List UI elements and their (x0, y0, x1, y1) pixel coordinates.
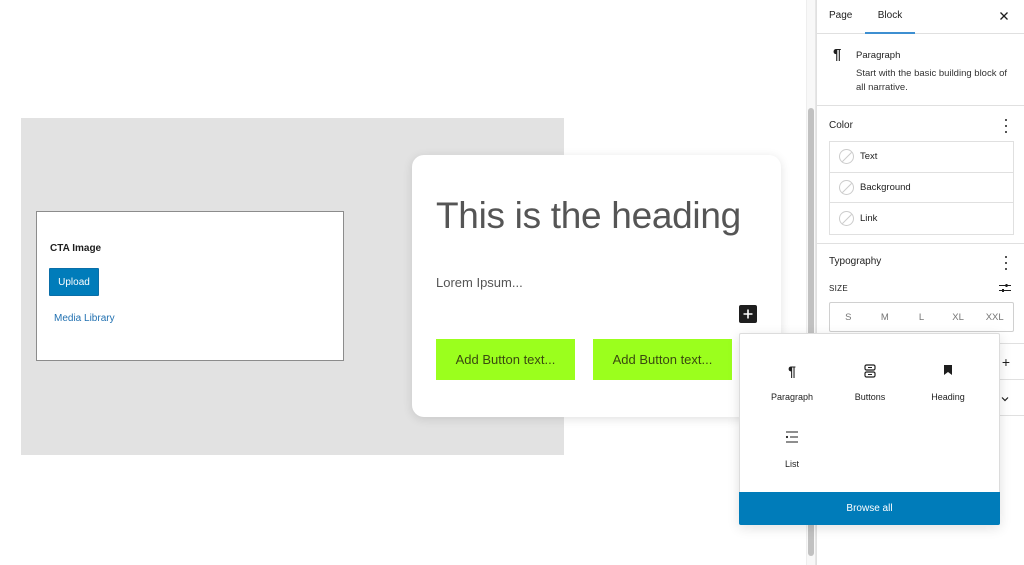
card-paragraph[interactable]: Lorem Ipsum... (436, 275, 523, 290)
color-options-icon[interactable] (1004, 119, 1008, 133)
inserter-item-paragraph[interactable]: ¶ Paragraph (753, 364, 831, 424)
editor-root: CTA Image Upload Media Library This is t… (0, 0, 1024, 565)
font-size-picker: S M L XL XXL (829, 302, 1014, 332)
card-button-1[interactable]: Add Button text... (436, 339, 575, 380)
close-icon[interactable] (998, 10, 1010, 22)
size-label: SIZE (829, 284, 848, 293)
paragraph-icon: ¶ (788, 363, 796, 379)
plus-icon[interactable]: + (1002, 354, 1010, 370)
size-option-m[interactable]: M (867, 303, 904, 331)
chevron-down-icon[interactable] (1000, 394, 1010, 404)
block-description: Start with the basic building block of a… (856, 68, 1008, 93)
paragraph-icon: ¶ (833, 46, 842, 63)
custom-size-settings-icon[interactable] (999, 282, 1011, 294)
quick-inserter-popover: ¶ Paragraph Buttons Heading List Browse … (739, 333, 1000, 525)
inserter-item-heading[interactable]: Heading (909, 364, 987, 424)
inserter-item-list[interactable]: List (753, 431, 831, 491)
typography-panel-title[interactable]: Typography (829, 256, 881, 267)
tab-page[interactable]: Page (829, 0, 852, 34)
block-card: ¶ Paragraph Start with the basic buildin… (817, 34, 1024, 106)
list-icon (753, 431, 831, 447)
size-option-xl[interactable]: XL (940, 303, 977, 331)
size-option-xxl[interactable]: XXL (976, 303, 1013, 331)
tab-block[interactable]: Block (865, 0, 915, 34)
inserter-item-label: Buttons (854, 392, 886, 402)
inserter-item-label: Heading (931, 392, 965, 402)
media-library-link[interactable]: Media Library (54, 313, 115, 324)
card-heading[interactable]: This is the heading (436, 195, 741, 237)
block-inserter-button[interactable] (739, 305, 757, 323)
color-item-background[interactable]: Background (830, 173, 1013, 203)
card-button-2[interactable]: Add Button text... (593, 339, 732, 380)
plus-icon (743, 309, 753, 319)
color-panel: Color Text Background Link (817, 106, 1024, 244)
editor-canvas: CTA Image Upload Media Library This is t… (0, 0, 806, 565)
empty-swatch-icon (839, 210, 854, 226)
size-option-l[interactable]: L (903, 303, 940, 331)
inserter-item-buttons[interactable]: Buttons (831, 364, 909, 424)
cta-image-placeholder[interactable]: CTA Image Upload Media Library (36, 211, 344, 361)
color-item-label: Background (860, 181, 911, 193)
color-list: Text Background Link (829, 141, 1014, 235)
empty-swatch-icon (839, 149, 854, 165)
block-name: Paragraph (856, 50, 901, 61)
typography-options-icon[interactable] (1004, 256, 1008, 270)
color-item-label: Text (860, 151, 878, 163)
upload-button[interactable]: Upload (49, 268, 99, 296)
cta-image-title: CTA Image (50, 243, 102, 254)
buttons-icon (831, 364, 909, 380)
color-item-label: Link (860, 212, 878, 224)
heading-icon (909, 364, 987, 380)
inserter-item-label: List (784, 459, 799, 469)
inserter-item-label: Paragraph (770, 392, 814, 402)
color-item-text[interactable]: Text (830, 142, 1013, 173)
empty-swatch-icon (839, 179, 854, 195)
color-item-link[interactable]: Link (830, 203, 1013, 234)
size-option-s[interactable]: S (830, 303, 867, 331)
browse-all-button[interactable]: Browse all (739, 492, 1000, 525)
sidebar-tabs: Page Block (817, 0, 1024, 34)
color-panel-title[interactable]: Color (829, 120, 853, 131)
cta-card[interactable]: This is the heading Lorem Ipsum... Add B… (412, 155, 781, 417)
typography-panel: Typography SIZE S M L XL XXL (817, 244, 1024, 344)
